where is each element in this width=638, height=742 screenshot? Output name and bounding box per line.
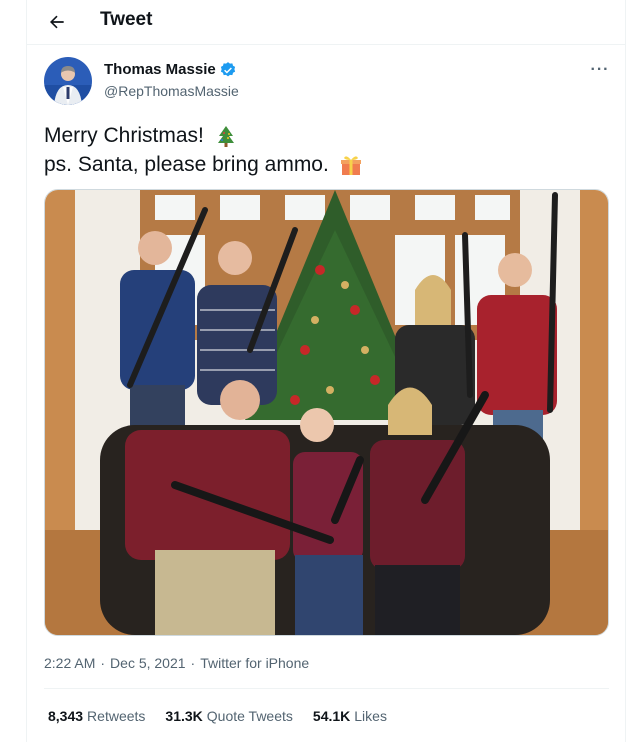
wrapped-gift-icon — [340, 155, 361, 175]
tweet-column: Tweet Thomas Massie @RepThomasMassie ···… — [26, 0, 626, 742]
likes-stat[interactable]: 54.1K Likes — [313, 707, 387, 725]
arrow-left-icon — [50, 15, 64, 29]
tweet-line-1: Merry Christmas! — [44, 124, 204, 147]
author-name-row[interactable]: Thomas Massie — [104, 61, 237, 79]
more-options-button[interactable]: ··· — [586, 58, 614, 82]
avatar[interactable] — [44, 57, 92, 105]
left-gutter — [0, 0, 26, 742]
back-button[interactable] — [41, 6, 73, 38]
christmas-tree-icon — [217, 125, 234, 147]
tweet-date[interactable]: Dec 5, 2021 — [110, 654, 186, 672]
verified-badge-icon — [220, 62, 235, 77]
tweet-header: Tweet — [27, 0, 625, 45]
meta-separator: · — [100, 655, 106, 671]
divider — [44, 688, 609, 689]
tweet-line-2: ps. Santa, please bring ammo. — [44, 153, 329, 176]
tweet-source[interactable]: Twitter for iPhone — [200, 654, 309, 672]
tweet-text: Merry Christmas! ps. Santa, please bring… — [44, 121, 363, 179]
quote-tweets-count: 31.3K — [165, 708, 203, 724]
quote-tweets-label: Quote Tweets — [206, 708, 293, 724]
likes-count: 54.1K — [312, 708, 351, 724]
quote-tweets-stat[interactable]: 31.3K Quote Tweets — [165, 707, 293, 725]
tweet-meta: 2:22 AM · Dec 5, 2021 · Twitter for iPho… — [44, 654, 309, 672]
author-handle[interactable]: @RepThomasMassie — [104, 82, 239, 100]
tweet-photo[interactable] — [44, 189, 609, 636]
page-title: Tweet — [100, 9, 153, 30]
retweets-label: Retweets — [87, 708, 146, 724]
likes-label: Likes — [354, 708, 387, 724]
author-name[interactable]: Thomas Massie — [104, 61, 216, 79]
more-options-icon: ··· — [590, 61, 610, 78]
meta-separator: · — [190, 655, 196, 671]
tweet-stats: 8,343 Retweets 31.3K Quote Tweets 54.1K … — [48, 707, 387, 725]
retweets-stat[interactable]: 8,343 Retweets — [48, 707, 145, 725]
retweets-count: 8,343 — [48, 708, 84, 724]
tweet-time[interactable]: 2:22 AM — [44, 654, 95, 672]
